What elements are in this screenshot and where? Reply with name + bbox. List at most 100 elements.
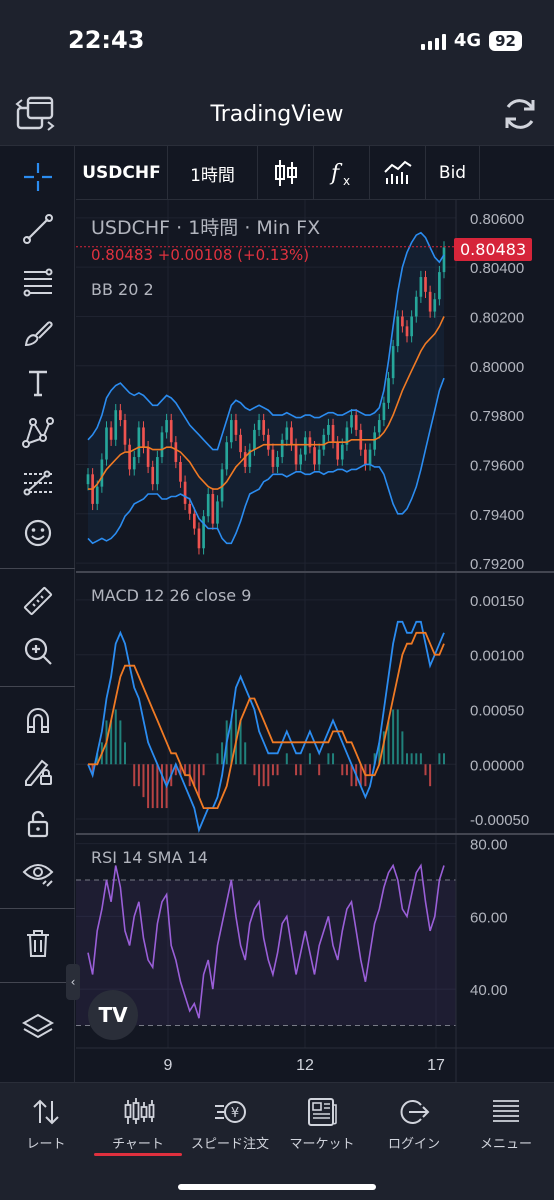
candle-body [285, 427, 289, 440]
candle-body [132, 457, 136, 470]
candle-body [294, 444, 298, 465]
nav-login[interactable]: ログイン [368, 1095, 460, 1152]
symbol-legend: USDCHF · 1時間 · Min FX [91, 217, 321, 239]
toolbar-divider [0, 568, 75, 569]
chart-canvas[interactable]: 0.80600 0.80400 0.80200 0.80000 0.79800 0.796… [76, 200, 554, 1082]
candle-body [442, 247, 446, 273]
candle-body [142, 427, 145, 448]
y-tick-label: 0.80000 [470, 359, 524, 376]
nav-menu[interactable]: メニュー [460, 1095, 552, 1152]
candle-body [276, 457, 279, 467]
svg-text:¥: ¥ [231, 1106, 239, 1121]
chart-area[interactable]: 0.80600 0.80400 0.80200 0.80000 0.79800 0.796… [66, 200, 554, 1082]
lock-drawing-icon[interactable] [0, 748, 75, 794]
price-change-legend: 0.80483 +0.00108 (+0.13%) [91, 246, 310, 264]
candle-body [151, 466, 155, 485]
refresh-icon[interactable] [500, 94, 540, 134]
nav-rates[interactable]: レート [0, 1095, 92, 1152]
candle-body [377, 420, 381, 433]
emoji-icon[interactable] [0, 510, 75, 556]
zoom-in-icon[interactable] [0, 628, 75, 674]
y-tick-label: 0.79600 [470, 457, 524, 474]
candle-body [109, 427, 113, 440]
trash-icon[interactable] [0, 920, 75, 966]
candle-body [257, 420, 261, 430]
brush-icon[interactable] [0, 310, 75, 356]
unlock-icon[interactable] [0, 800, 75, 846]
y-tick-label: 40.00 [470, 982, 508, 999]
y-tick-label: 0.80600 [470, 211, 524, 228]
macd-legend[interactable]: MACD 12 26 close 9 [91, 586, 251, 605]
last-price-label: 0.80483 [454, 238, 533, 261]
candle-body [401, 316, 404, 327]
collapse-toolbar-icon[interactable]: ‹ [66, 964, 80, 1000]
candle-body [193, 513, 196, 529]
candle-body [156, 457, 159, 485]
interval-button[interactable]: 1時間 [168, 146, 258, 200]
ruler-icon[interactable] [0, 578, 75, 624]
crosshair-icon[interactable] [0, 154, 75, 200]
app-title: TradingView [210, 102, 344, 127]
candle-body [340, 444, 344, 460]
rsi-legend[interactable]: RSI 14 SMA 14 [91, 848, 208, 867]
candle-body [225, 442, 229, 470]
candle-body [303, 437, 307, 455]
candle-body [317, 449, 321, 465]
candle-body [382, 402, 386, 421]
candle-body [387, 378, 390, 403]
candle-body [211, 494, 215, 524]
status-bar: 22:43 4G 92 [0, 0, 554, 82]
candle-body [146, 447, 150, 467]
y-tick-label: 0.80200 [470, 309, 524, 326]
price-source-button[interactable]: Bid [426, 146, 480, 200]
fx-icon[interactable]: fx [314, 146, 370, 200]
fib-icon[interactable] [0, 258, 75, 304]
text-icon[interactable] [0, 360, 75, 406]
magnet-icon[interactable] [0, 698, 75, 744]
layers-icon[interactable] [0, 1004, 75, 1050]
candle-body [410, 316, 413, 337]
x-tick-label: 17 [427, 1057, 445, 1074]
y-tick-label: 0.79800 [470, 408, 524, 425]
y-tick-label: 0.00050 [470, 702, 524, 719]
x-tick-label: 9 [164, 1057, 173, 1074]
nav-label: ログイン [387, 1137, 440, 1152]
candle-body [433, 299, 437, 312]
candle-body [123, 420, 127, 445]
trendline-icon[interactable] [0, 206, 75, 252]
y-tick-label: 0.00150 [470, 593, 524, 610]
svg-text:f: f [329, 161, 343, 186]
eye-icon[interactable] [0, 850, 75, 896]
pattern-icon[interactable] [0, 410, 75, 456]
nav-market[interactable]: マーケット [276, 1095, 368, 1152]
candle-body [239, 434, 242, 453]
bar-chart-icon[interactable] [370, 146, 426, 200]
candle-body [299, 454, 303, 465]
candle-body [428, 291, 432, 312]
candle-body [368, 449, 372, 465]
nav-label: レート [26, 1137, 66, 1152]
candle-body [327, 424, 330, 435]
news-icon [308, 1098, 337, 1126]
status-right: 4G 92 [420, 30, 522, 51]
nav-label: メニュー [479, 1137, 532, 1152]
symbol-button[interactable]: USDCHF [76, 146, 168, 200]
nav-speed-order[interactable]: ¥ スピード注文 [184, 1095, 276, 1152]
status-time: 22:43 [68, 26, 145, 54]
bb-legend[interactable]: BB 20 2 [91, 280, 154, 299]
candles-icon[interactable] [258, 146, 314, 200]
bottom-navigation: レート チャート ¥ スピード注文 マーケット ログイン メニュー [0, 1082, 554, 1200]
speed-order-icon: ¥ [215, 1101, 246, 1123]
candle-body [391, 346, 395, 379]
candle-body [137, 427, 141, 458]
rates-icon [33, 1099, 59, 1125]
candle-body [364, 449, 367, 465]
candle-body [128, 444, 131, 470]
candle-body [114, 410, 118, 440]
y-tick-label: 0.80400 [470, 260, 524, 277]
candle-body [350, 415, 353, 428]
forecast-icon[interactable] [0, 460, 75, 506]
tradingview-logo-icon[interactable]: TV [88, 990, 138, 1040]
signal-icon [420, 32, 446, 50]
nav-chart[interactable]: チャート [92, 1095, 184, 1156]
